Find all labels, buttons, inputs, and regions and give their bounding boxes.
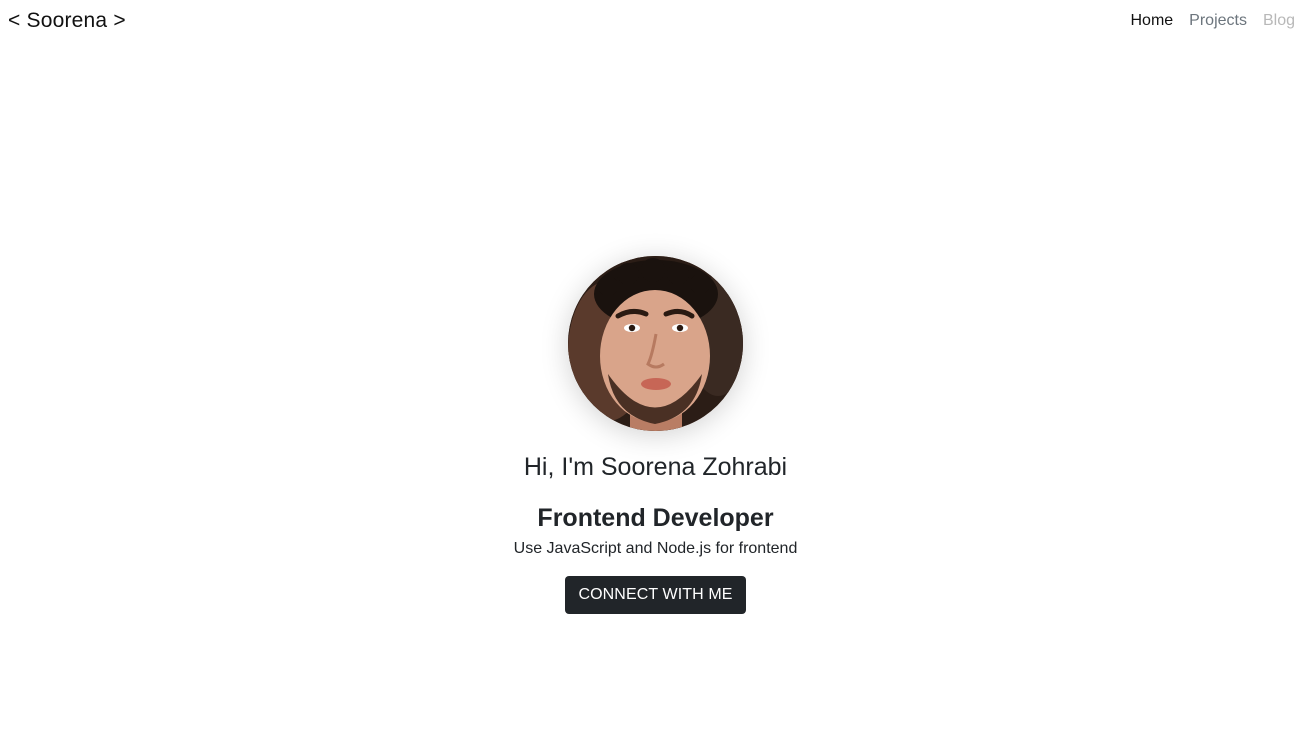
tagline: Use JavaScript and Node.js for frontend (513, 540, 798, 557)
avatar (568, 256, 743, 431)
brand-logo[interactable]: < Soorena > (8, 8, 126, 34)
nav-blog[interactable]: Blog (1263, 10, 1295, 32)
nav-projects[interactable]: Projects (1189, 10, 1247, 32)
nav-home[interactable]: Home (1130, 10, 1173, 32)
profile-photo-icon (568, 256, 743, 431)
hero-section: Hi, I'm Soorena Zohrabi Frontend Develop… (0, 256, 1311, 614)
greeting-heading: Hi, I'm Soorena Zohrabi (523, 453, 788, 481)
connect-button[interactable]: CONNECT WITH ME (565, 576, 746, 614)
role-title: Frontend Developer (537, 504, 774, 532)
page: < Soorena > Home Projects Blog Hi, I'm S… (0, 0, 1311, 755)
main-nav: Home Projects Blog (1130, 10, 1295, 32)
